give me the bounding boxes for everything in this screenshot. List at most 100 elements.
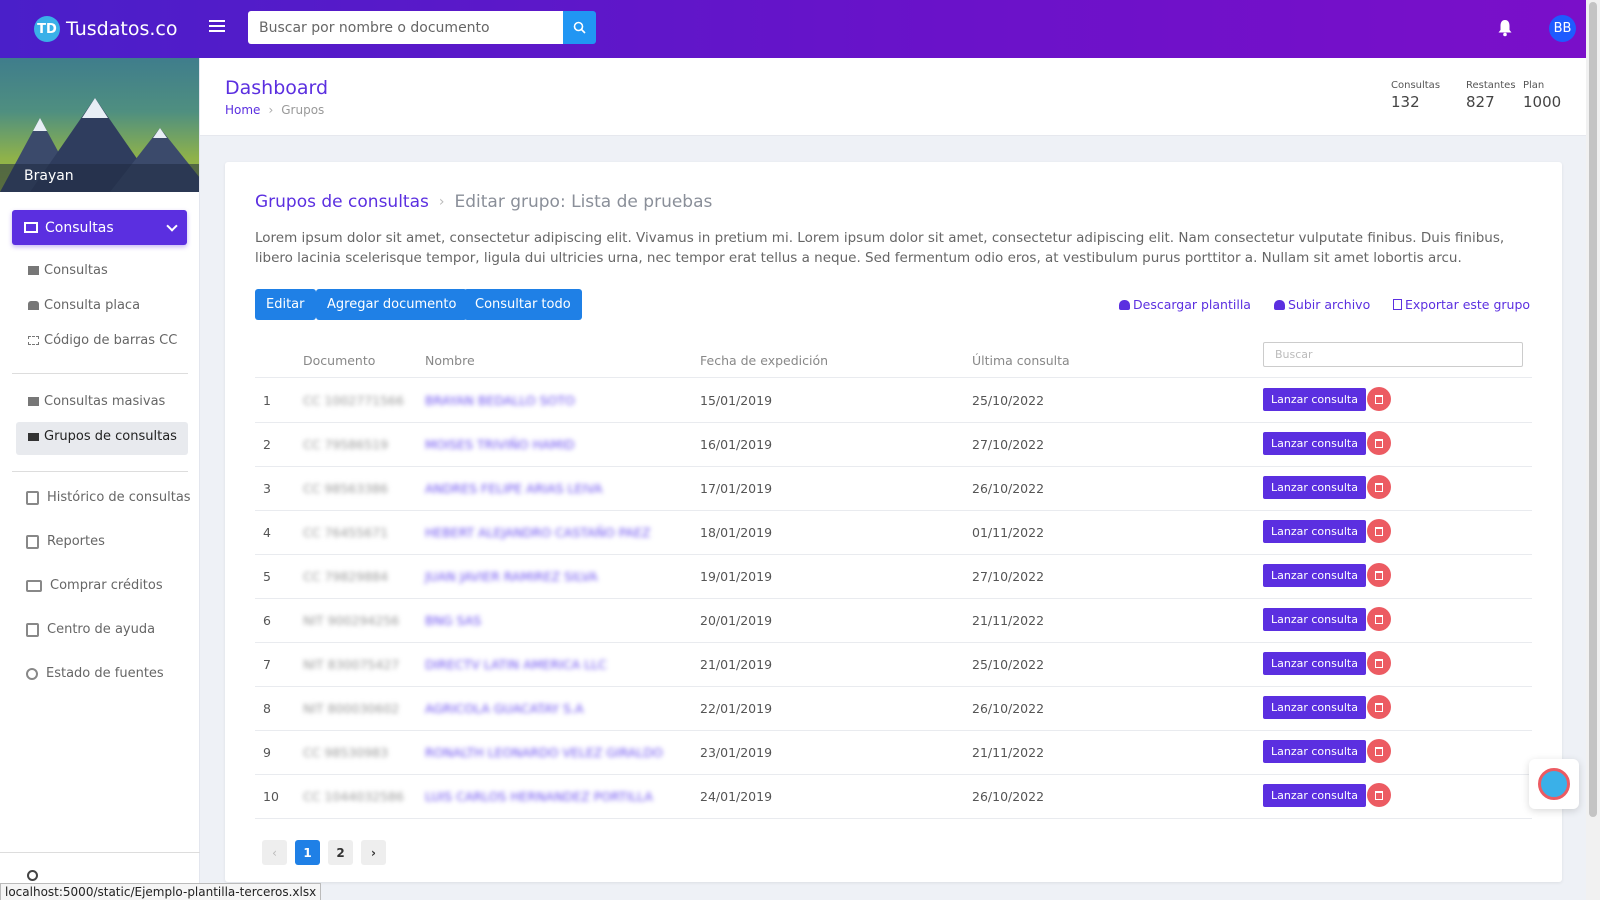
trash-icon [1375,790,1383,800]
col-nombre[interactable]: Nombre [425,353,475,368]
page-2-button[interactable]: 2 [328,840,353,865]
launch-query-button[interactable]: Lanzar consulta [1263,520,1366,543]
row-nombre[interactable]: HEBERT ALEJANDRO CASTAÑO PAEZ [425,525,650,540]
col-fecha-expedicion[interactable]: Fecha de expedición [700,353,828,368]
prev-page-button[interactable]: ‹ [262,840,287,865]
row-nombre[interactable]: LUIS CARLOS HERNANDEZ PORTILLA [425,789,653,804]
upload-file-link[interactable]: Subir archivo [1274,297,1370,312]
row-fecha-expedicion: 19/01/2019 [700,569,773,584]
launch-query-button[interactable]: Lanzar consulta [1263,388,1366,411]
crumb-grupos-link[interactable]: Grupos de consultas [255,192,429,212]
launch-query-button[interactable]: Lanzar consulta [1263,432,1366,455]
launch-query-button[interactable]: Lanzar consulta [1263,476,1366,499]
sub-item-consultas-masivas[interactable]: Consultas masivas [28,394,165,409]
row-fecha-expedicion: 22/01/2019 [700,701,773,716]
row-nombre[interactable]: BRAYAN BEDALLO SOTO [425,393,575,408]
col-ultima-consulta[interactable]: Última consulta [972,353,1070,368]
trash-icon [1375,570,1383,580]
row-number: 4 [263,525,271,540]
nav-estado-fuentes[interactable]: Estado de fuentes [26,666,164,681]
row-ultima-consulta: 26/10/2022 [972,789,1045,804]
consult-all-button[interactable]: Consultar todo [464,289,582,320]
global-search-input[interactable] [248,11,563,44]
row-nombre[interactable]: BNG SAS [425,613,481,628]
breadcrumb-home[interactable]: Home [225,103,260,117]
launch-query-button[interactable]: Lanzar consulta [1263,564,1366,587]
row-nombre[interactable]: MOISES TRIVIÑO HAMID [425,437,575,452]
sub-item-grupos-consultas[interactable]: Grupos de consultas [28,429,177,444]
sub-item-consultas[interactable]: Consultas [28,263,108,278]
row-documento: CC 79829884 [303,569,389,584]
row-nombre[interactable]: AGRICOLA GUACATAY S.A [425,701,584,716]
delete-row-button[interactable] [1367,739,1391,763]
sub-item-consulta-placa[interactable]: Consulta placa [28,298,140,313]
top-bar: TD Tusdatos.co BB [0,0,1586,58]
launch-query-button[interactable]: Lanzar consulta [1263,696,1366,719]
row-fecha-expedicion: 24/01/2019 [700,789,773,804]
delete-row-button[interactable] [1367,651,1391,675]
launch-query-button[interactable]: Lanzar consulta [1263,784,1366,807]
col-documento[interactable]: Documento [303,353,375,368]
broadcast-icon [26,667,38,680]
launch-query-button[interactable]: Lanzar consulta [1263,608,1366,631]
row-ultima-consulta: 25/10/2022 [972,393,1045,408]
next-page-button[interactable]: › [361,840,386,865]
row-nombre[interactable]: JUAN JAVIER RAMIREZ SILVA [425,569,598,584]
delete-row-button[interactable] [1367,695,1391,719]
menu-consultas[interactable]: Consultas [12,210,187,245]
row-nombre[interactable]: DIRECTV LATIN AMERICA LLC [425,657,607,672]
chat-bot-icon [1538,768,1570,800]
bell-icon[interactable] [1497,19,1513,37]
row-number: 2 [263,437,271,452]
sub-item-label: Consulta placa [44,298,141,313]
search-button[interactable] [563,11,596,44]
group-description: Lorem ipsum dolor sit amet, consectetur … [255,230,1505,266]
row-fecha-expedicion: 23/01/2019 [700,745,773,760]
chevron-right-icon: › [268,103,274,117]
edit-button[interactable]: Editar [255,289,316,320]
delete-row-button[interactable] [1367,607,1391,631]
logo[interactable]: TD Tusdatos.co [34,16,177,42]
delete-row-button[interactable] [1367,431,1391,455]
nav-label: Histórico de consultas [47,490,191,505]
delete-row-button[interactable] [1367,563,1391,587]
power-icon[interactable] [27,870,38,881]
nav-label: Centro de ayuda [47,622,156,637]
delete-row-button[interactable] [1367,519,1391,543]
stat-label: Plan [1523,80,1545,91]
export-group-link[interactable]: Exportar este grupo [1393,297,1530,312]
delete-row-button[interactable] [1367,783,1391,807]
launch-query-button[interactable]: Lanzar consulta [1263,740,1366,763]
sidebar-divider [0,852,200,853]
nav-comprar-creditos[interactable]: Comprar créditos [26,578,163,593]
download-template-link[interactable]: Descargar plantilla [1119,297,1251,312]
page-scrollbar[interactable] [1586,0,1600,900]
scrollbar-thumb[interactable] [1589,2,1597,817]
sub-item-codigo-barras[interactable]: Código de barras CC [28,333,177,348]
row-ultima-consulta: 26/10/2022 [972,701,1045,716]
nav-centro-ayuda[interactable]: Centro de ayuda [26,622,155,637]
row-nombre[interactable]: RONALTH LEONARDO VELEZ GIRALDO [425,745,663,760]
launch-query-button[interactable]: Lanzar consulta [1263,652,1366,675]
sidebar-divider [12,471,188,472]
page-1-button[interactable]: 1 [295,840,320,865]
user-avatar[interactable]: BB [1549,15,1576,42]
row-number: 10 [263,789,279,804]
row-ultima-consulta: 01/11/2022 [972,525,1045,540]
hamburger-menu-icon[interactable] [209,20,225,34]
logo-text: Tusdatos.co [66,18,178,40]
stat-restantes: Restantes 827 [1466,80,1516,111]
delete-row-button[interactable] [1367,387,1391,411]
row-nombre[interactable]: ANDRES FELIPE ARIAS LEIVA [425,481,602,496]
nav-reportes[interactable]: Reportes [26,534,105,549]
table-search-input[interactable] [1263,342,1523,367]
table-row: 1 CC 1002771566 BRAYAN BEDALLO SOTO 15/01/2… [255,378,1532,423]
delete-row-button[interactable] [1367,475,1391,499]
nav-historico[interactable]: Histórico de consultas [26,490,191,505]
sub-item-label: Código de barras CC [44,333,178,348]
group-card: Grupos de consultas › Editar grupo: List… [225,162,1562,882]
sub-item-label: Consultas masivas [44,394,166,409]
page-header: Dashboard Home › Grupos Consultas 132 Re… [200,58,1586,136]
add-document-button[interactable]: Agregar documento [316,289,468,320]
chat-widget-button[interactable] [1529,759,1579,809]
